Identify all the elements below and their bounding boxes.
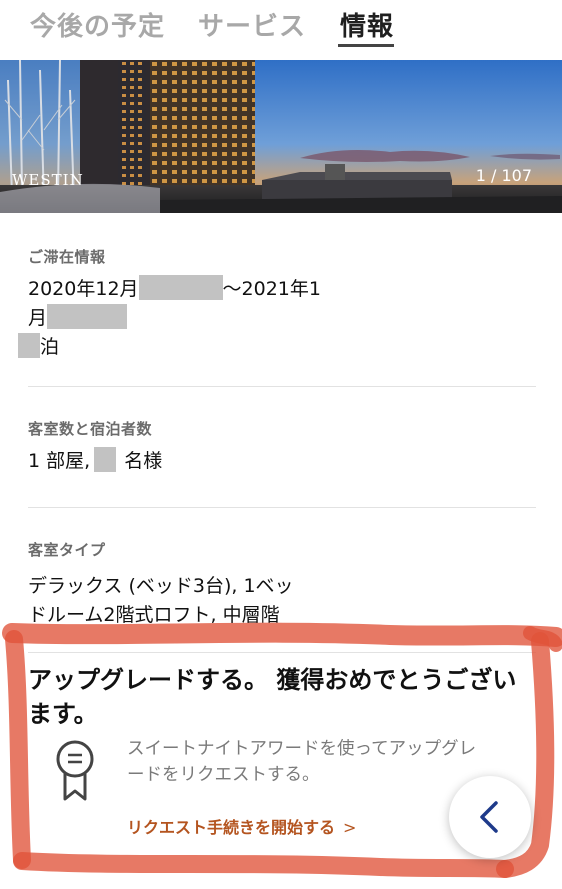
- westin-logo: WESTIN: [12, 171, 84, 189]
- award-ribbon-icon: [52, 737, 98, 805]
- chevron-right-icon: >: [343, 818, 357, 837]
- divider: [28, 652, 536, 653]
- stay-dates: 2020年12月 ～2021年1 月 泊: [18, 275, 536, 362]
- guests-suffix: 名様: [124, 450, 163, 472]
- tab-bar: 今後の予定 サービス 情報: [0, 0, 562, 60]
- redacted-block: [94, 447, 117, 472]
- chevron-left-icon: [480, 801, 498, 833]
- divider: [28, 386, 536, 387]
- room-type-line-2: ドルーム2階式ロフト, 中層階: [28, 604, 280, 626]
- checkout-date-text: ～2021年1: [222, 278, 321, 300]
- active-tab-indicator: [338, 44, 394, 47]
- stay-info-label: ご滞在情報: [28, 248, 106, 266]
- checkin-date-text: 2020年12月: [28, 278, 139, 300]
- redacted-block: [47, 304, 128, 329]
- divider: [28, 507, 536, 508]
- stay-info-screen: 今後の予定 サービス 情報 WESTIN 1 / 107 ご滞在情報 2020年…: [0, 0, 562, 889]
- room-type-label: 客室タイプ: [28, 541, 106, 559]
- upgrade-description: スイートナイトアワードを使ってアップグレードをリクエストする。: [127, 739, 477, 785]
- hotel-photo: [0, 60, 562, 213]
- checkout-month-suffix: 月: [28, 307, 48, 329]
- room-type-value: デラックス (ベッド3台), 1ベッ ドルーム2階式ロフト, 中層階: [28, 572, 536, 630]
- upgrade-title: アップグレードする。 獲得おめでとうございます。: [28, 666, 517, 728]
- start-request-link[interactable]: リクエスト手続きを開始する >: [127, 814, 356, 838]
- rooms-guests-value: 1 部屋, 名様: [28, 447, 536, 476]
- redacted-block: [138, 275, 223, 300]
- tab-services[interactable]: サービス: [198, 6, 306, 43]
- stay-info-section: ご滞在情報 2020年12月 ～2021年1 月 泊: [18, 246, 536, 362]
- rooms-guests-label: 客室数と宿泊者数: [28, 420, 153, 438]
- redacted-block: [18, 333, 40, 358]
- tab-upcoming[interactable]: 今後の予定: [30, 6, 165, 43]
- back-button[interactable]: [449, 776, 531, 858]
- start-request-link-label: リクエスト手続きを開始する: [127, 818, 336, 837]
- rooms-count-text: 1 部屋,: [28, 450, 91, 472]
- photo-counter: 1 / 107: [475, 166, 532, 185]
- hotel-photo-carousel[interactable]: WESTIN 1 / 107: [0, 60, 562, 213]
- room-type-line-1: デラックス (ベッド3台), 1ベッ: [28, 575, 294, 597]
- tab-info[interactable]: 情報: [340, 6, 394, 43]
- room-type-section: 客室タイプ デラックス (ベッド3台), 1ベッ ドルーム2階式ロフト, 中層階: [28, 539, 536, 630]
- nights-suffix: 泊: [40, 336, 60, 358]
- rooms-guests-section: 客室数と宿泊者数 1 部屋, 名様: [28, 418, 536, 476]
